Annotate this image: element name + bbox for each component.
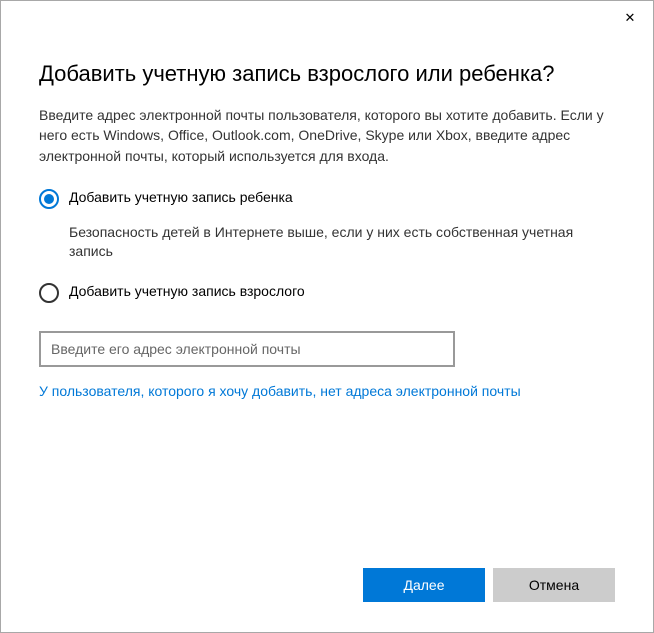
cancel-button[interactable]: Отмена — [493, 568, 615, 602]
description-text: Введите адрес электронной почты пользова… — [39, 105, 615, 166]
radio-icon — [39, 283, 59, 303]
dialog-window: ✕ Добавить учетную запись взрослого или … — [0, 0, 654, 633]
account-type-radio-group: Добавить учетную запись ребенка Безопасн… — [39, 188, 615, 311]
no-email-link[interactable]: У пользователя, которого я хочу добавить… — [39, 383, 615, 399]
radio-subtext-child: Безопасность детей в Интернете выше, есл… — [69, 223, 615, 262]
radio-label-adult: Добавить учетную запись взрослого — [69, 282, 305, 299]
radio-option-adult[interactable]: Добавить учетную запись взрослого — [39, 282, 615, 303]
dialog-content: Добавить учетную запись взрослого или ре… — [1, 33, 653, 568]
radio-dot-icon — [44, 194, 54, 204]
email-field[interactable] — [39, 331, 455, 367]
radio-option-child[interactable]: Добавить учетную запись ребенка — [39, 188, 615, 209]
next-button[interactable]: Далее — [363, 568, 485, 602]
close-icon: ✕ — [625, 11, 636, 24]
radio-icon — [39, 189, 59, 209]
dialog-footer: Далее Отмена — [1, 568, 653, 632]
close-button[interactable]: ✕ — [607, 1, 653, 33]
radio-label-child: Добавить учетную запись ребенка — [69, 188, 293, 205]
titlebar: ✕ — [1, 1, 653, 33]
page-title: Добавить учетную запись взрослого или ре… — [39, 61, 615, 87]
